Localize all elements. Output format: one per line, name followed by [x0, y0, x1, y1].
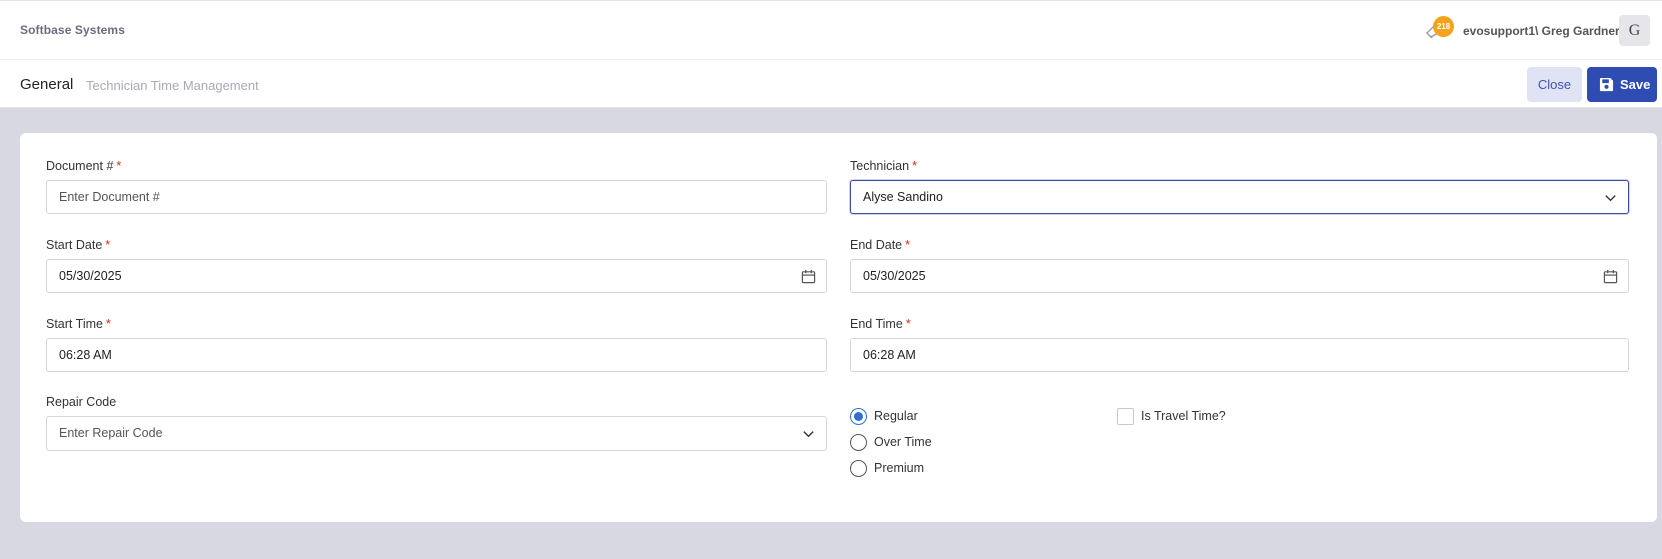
radio-premium[interactable] [850, 460, 867, 477]
close-button[interactable]: Close [1527, 67, 1582, 102]
calendar-icon[interactable] [801, 269, 816, 284]
start-date-input[interactable]: 05/30/2025 [46, 259, 827, 293]
document-label: Document # * [46, 159, 122, 173]
notification-badge[interactable]: 218 [1433, 16, 1454, 37]
radio-regular-label[interactable]: Regular [874, 409, 918, 423]
travel-time-label[interactable]: Is Travel Time? [1141, 409, 1226, 423]
company-name: Softbase Systems [20, 23, 125, 37]
repair-code-label: Repair Code [46, 395, 117, 409]
user-name[interactable]: evosupport1\ Greg Gardner [1463, 24, 1620, 38]
page-title: General [20, 76, 74, 93]
top-bar: Softbase Systems 218 evosupport1\ Greg G… [0, 0, 1662, 60]
avatar[interactable]: G [1619, 15, 1650, 46]
end-time-value: 06:28 AM [863, 348, 916, 362]
end-date-label: End Date * [850, 238, 910, 252]
technician-label: Technician * [850, 159, 917, 173]
start-time-value: 06:28 AM [59, 348, 112, 362]
technician-value: Alyse Sandino [863, 190, 943, 204]
page-header: General Technician Time Management Close… [0, 60, 1662, 108]
save-label: Save [1620, 77, 1651, 92]
save-button[interactable]: Save [1587, 67, 1657, 102]
radio-over-time[interactable] [850, 434, 867, 451]
end-time-label: End Time * [850, 317, 911, 331]
floppy-disk-icon [1599, 77, 1614, 92]
radio-premium-label[interactable]: Premium [874, 461, 924, 475]
form-card: Document # * Enter Document # Technician *… [20, 133, 1657, 522]
end-time-input[interactable]: 06:28 AM [850, 338, 1629, 372]
start-time-input[interactable]: 06:28 AM [46, 338, 827, 372]
repair-code-placeholder: Enter Repair Code [59, 426, 163, 440]
document-placeholder: Enter Document # [59, 190, 160, 204]
start-date-value: 05/30/2025 [59, 269, 122, 283]
start-time-label: Start Time * [46, 317, 111, 331]
breadcrumb: Technician Time Management [86, 78, 259, 93]
end-date-value: 05/30/2025 [863, 269, 926, 283]
calendar-icon[interactable] [1603, 269, 1618, 284]
chevron-down-icon [1605, 195, 1616, 202]
radio-regular[interactable] [850, 408, 867, 425]
repair-code-select[interactable]: Enter Repair Code [46, 416, 827, 451]
end-date-input[interactable]: 05/30/2025 [850, 259, 1629, 293]
travel-time-checkbox[interactable] [1117, 408, 1134, 425]
document-input[interactable]: Enter Document # [46, 180, 827, 214]
radio-over-time-label[interactable]: Over Time [874, 435, 932, 449]
chevron-down-icon [803, 431, 814, 438]
technician-select[interactable]: Alyse Sandino [850, 180, 1629, 214]
start-date-label: Start Date * [46, 238, 111, 252]
